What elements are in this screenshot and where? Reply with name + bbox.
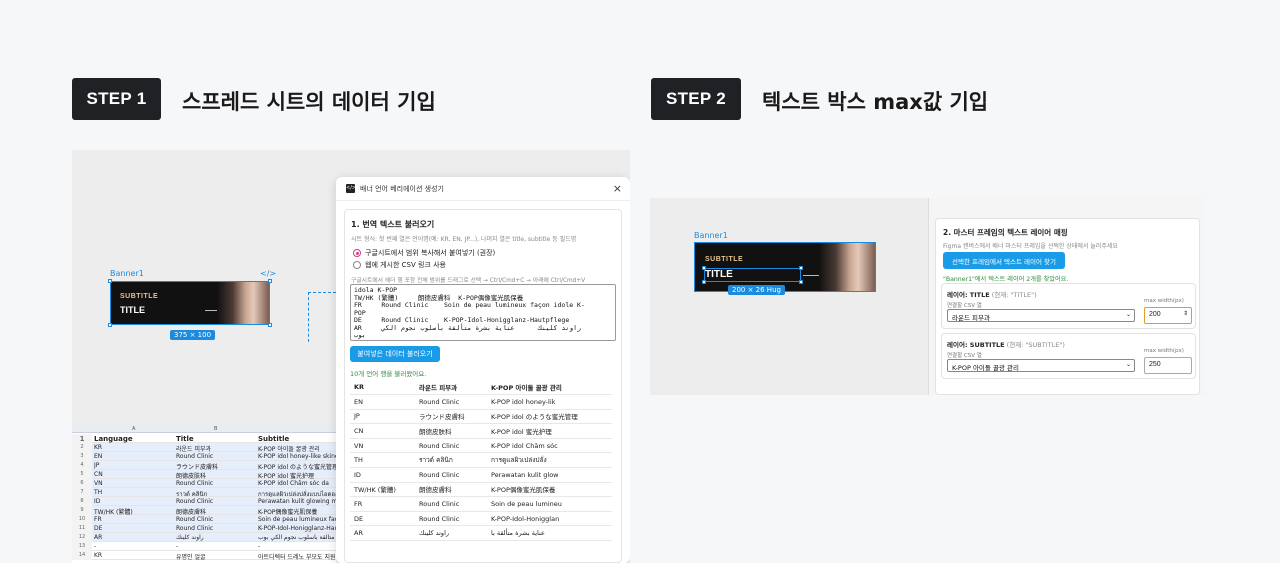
sheet-row[interactable]: 4 JP ラウンド皮膚科 K-POP idol のような蜜光管理 [72, 461, 336, 471]
banner-subtitle: SUBTITLE [120, 293, 159, 300]
table-row: ID Round Clinic Perawatan kulit glow [350, 467, 612, 483]
mapping-section: 2. 마스터 프레임의 텍스트 레이어 매핑 Figma 캔버스에서 배너 마스… [935, 218, 1200, 395]
banner-subtitle: SUBTITLE [705, 256, 744, 263]
sheet-row[interactable]: 11 DE Round Clinic K-POP-Idol-Honigglanz-Ha… [72, 524, 336, 533]
radio-paste[interactable]: 구글시트에서 범위 복사해서 붙여넣기 (권장) [353, 248, 495, 258]
csv-label: 연결할 CSV 열 [947, 353, 982, 359]
dimension-label: 200 × 26 Hug [728, 285, 785, 295]
chevron-down-icon: ⌄ [1125, 311, 1131, 318]
step2-badge: STEP 2 [651, 78, 741, 120]
banner-frame[interactable]: SUBTITLE TITLE [694, 242, 876, 292]
layer-title: 레이어: TITLE [947, 291, 990, 299]
section-title: 1. 번역 텍스트 불러오기 [351, 220, 435, 229]
frame-label: Banner1 [694, 231, 728, 240]
sheet-row[interactable]: 3 EN Round Clinic K-POP idol honey-like ski… [72, 452, 336, 461]
sheet-row[interactable]: 9 TW/HK (繁體) 朗德皮膚科 K-POP偶像蜜光肌保養 [72, 506, 336, 516]
csv-column-select[interactable]: K-POP 아이돌 꿀광 관리 ⌄ [947, 359, 1135, 372]
table-row: EN Round Clinic K-POP idol honey-lik [350, 394, 612, 410]
csv-column-select[interactable]: 라운드 피부과 ⌄ [947, 309, 1135, 322]
code-icon: </> [346, 184, 357, 193]
sheet-row[interactable]: 14 KR 유명인 얼굴 아트디렉터 드레노 부모도 지원 [72, 551, 336, 561]
radio-csv[interactable]: 웹에 게시한 CSV 링크 사용 [353, 260, 446, 270]
step2-title: 텍스트 박스 max값 기입 [762, 90, 989, 114]
chevron-down-icon: ⌄ [1125, 361, 1131, 368]
banner-title: TITLE [120, 305, 145, 315]
stepper-icon[interactable]: ⇕ [1183, 310, 1188, 317]
step1-title: 스프레드 시트의 데이터 기입 [182, 90, 436, 114]
dialog-header: </> 배너 언어 베리에이션 생성기 × [336, 177, 630, 201]
found-status: "Banner1"에서 텍스트 레이어 2개를 찾았어요. [943, 276, 1069, 283]
load-data-button[interactable]: 붙여넣은 데이터 불러오기 [350, 346, 440, 362]
paste-hint: 구글시트에서 헤더 행 포함 전체 범위를 드래그로 선택 → Ctrl/Cmd… [351, 278, 586, 284]
variation-generator-dialog: </> 배너 언어 베리에이션 생성기 × 1. 번역 텍스트 불러오기 시트 … [336, 177, 630, 563]
layer-subtitle-mapping: 레이어: SUBTITLE (현재: "SUBTITLE") 연결할 CSV 열… [941, 333, 1196, 379]
close-icon[interactable]: × [613, 182, 622, 195]
step2-screenshot: Banner1 SUBTITLE TITLE 200 × 26 Hug 2. 마… [650, 198, 1205, 395]
step1-badge: STEP 1 [72, 78, 161, 120]
sheet-header-row[interactable]: 1 Language Title Subtitle [72, 434, 336, 443]
code-icon: </> [260, 269, 277, 278]
csv-label: 연결할 CSV 열 [947, 303, 982, 309]
section-title: 2. 마스터 프레임의 텍스트 레이어 매핑 [943, 228, 1068, 237]
table-row: FR Round Clinic Soin de peau lumineu [350, 496, 612, 512]
paste-textarea[interactable]: idola K-POP TW/HK (繁體) 朗德皮膚科 K-POP偶像蜜光肌保… [350, 284, 616, 341]
sheet-row[interactable]: 10 FR Round Clinic Soin de peau lumineux fa… [72, 515, 336, 524]
sheet-row[interactable]: 12ARراوند كلينكعناية بشرة متألقة بأسلوب … [72, 533, 336, 542]
dialog-title: 배너 언어 베리에이션 생성기 [360, 185, 444, 193]
layer-title-mapping: 레이어: TITLE (현재: "TITLE") 연결할 CSV 열 max w… [941, 283, 1196, 329]
frame-label: Banner1 [110, 269, 144, 278]
text-selection-box[interactable] [704, 268, 801, 282]
layer-current: (현재: "TITLE") [991, 291, 1037, 299]
preview-table: KR 라운드 피부과 K-POP 아이돌 꿀광 관리 EN Round Clini… [350, 380, 612, 542]
banner-photo [819, 243, 875, 291]
radio-selected-icon[interactable] [353, 249, 361, 257]
step1-screenshot: Banner1 </> SUBTITLE TITLE 375 × 100 A B… [72, 150, 630, 563]
table-row: DE Round Clinic K-POP-Idol-Honigglan [350, 511, 612, 527]
section-hint: Figma 캔버스에서 배너 마스터 프레임을 선택한 상태에서 눌러주세요 [943, 243, 1118, 250]
max-label: max width(px) [1144, 348, 1184, 354]
sheet-row[interactable]: 2 KR 라운드 피부과 K-POP 아이돌 꿀광 관리 [72, 443, 336, 453]
table-row: VN Round Clinic K-POP idol Chăm sóc [350, 438, 612, 454]
sheet-row[interactable]: 13- - - [72, 542, 336, 551]
load-section: 1. 번역 텍스트 불러오기 시트 형식: 첫 번째 열은 언어명(예: KR,… [344, 209, 622, 563]
connector-line [308, 292, 336, 293]
sheet-row[interactable]: 5 CN 朗德皮肤科 K-POP idol 蜜光护理 [72, 470, 336, 480]
banner-frame[interactable]: SUBTITLE TITLE [110, 281, 270, 325]
banner-photo [217, 282, 269, 324]
dimension-label: 375 × 100 [170, 330, 216, 340]
sheet-row[interactable]: 6 VN Round Clinic K-POP idol Chăm sóc da [72, 479, 336, 488]
plugin-panel: 2. 마스터 프레임의 텍스트 레이어 매핑 Figma 캔버스에서 배너 마스… [928, 198, 1205, 395]
load-status: 10개 언어 행을 불러왔어요. [350, 370, 427, 378]
sheet-row[interactable]: 8 ID Round Clinic Perawatan kulit glowing m… [72, 497, 336, 506]
table-row: CN 朗德皮肤科 K-POP idol 蜜光护理 [350, 423, 612, 439]
spreadsheet: A B 1 Language Title Subtitle 2 KR 라운드 피부과… [72, 425, 336, 563]
radio-unselected-icon[interactable] [353, 261, 361, 269]
find-layers-button[interactable]: 선택한 프레임에서 텍스트 레이어 찾기 [943, 252, 1065, 269]
table-row: TW/HK (繁體) 朗德皮膚科 K-POP偶像蜜光肌保養 [350, 482, 612, 498]
section-hint: 시트 형식: 첫 번째 열은 언어명(예: KR, EN, JP...), 나머… [351, 236, 577, 243]
max-width-input[interactable]: 250 [1144, 357, 1192, 374]
table-row: TH ราวด์ คลินิก การดูแลผิวเปล่งปลั่ง [350, 452, 612, 469]
layer-title: 레이어: SUBTITLE [947, 341, 1005, 349]
max-label: max width(px) [1144, 298, 1184, 304]
table-row: JP ラウンド皮膚科 K-POP idol のような蜜光管理 [350, 409, 612, 425]
sheet-row[interactable]: 7 TH ราวด์ คลินิก การดูแลผิวเปล่งปลั่งแบบไอ… [72, 488, 336, 498]
column-header-bar: A B [72, 425, 336, 433]
table-row: AR راوند كلينك عناية بشرة متألقة با [350, 525, 612, 542]
max-width-input[interactable]: 200 ⇕ [1144, 307, 1192, 324]
table-header-row: KR 라운드 피부과 K-POP 아이돌 꿀광 관리 [350, 380, 612, 396]
layer-current: (현재: "SUBTITLE") [1006, 341, 1065, 349]
